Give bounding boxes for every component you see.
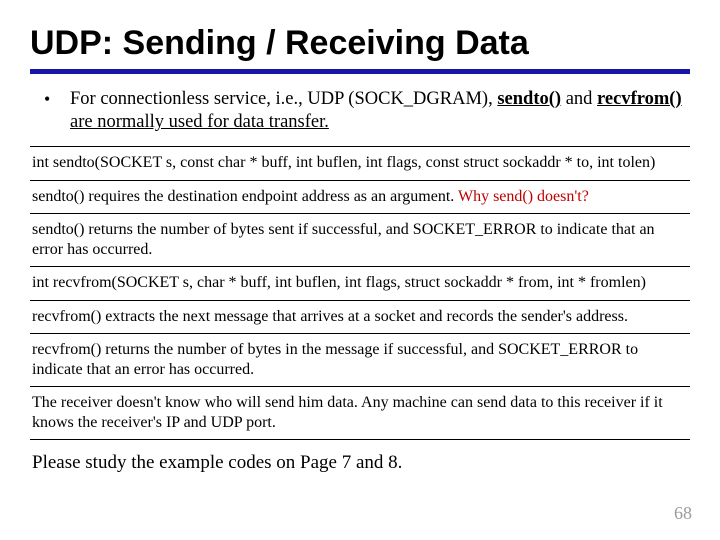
bullet-text-post: are normally used for data transfer. [70,112,329,132]
text-receiver-note: The receiver doesn't know who will send … [32,393,688,432]
bullet-text-pre: For connectionless service, i.e., UDP (S… [70,89,497,109]
text-recvfrom-extracts: recvfrom() extracts the next message tha… [32,307,688,327]
block-receiver-note: The receiver doesn't know who will send … [30,393,690,440]
text-sendto-requires: sendto() requires the destination endpoi… [32,187,688,207]
bullet-text-mid: and [561,89,597,109]
block-sendto-requires: sendto() requires the destination endpoi… [30,187,690,215]
page-number: 68 [674,503,692,524]
text-sendto-returns: sendto() returns the number of bytes sen… [32,220,688,259]
bullet-list: For connectionless service, i.e., UDP (S… [30,88,690,134]
closing-text: Please study the example codes on Page 7… [32,452,688,474]
bullet-item: For connectionless service, i.e., UDP (S… [58,88,686,134]
text-sendto-requires-a: sendto() requires the destination endpoi… [32,188,458,205]
text-recvfrom-returns: recvfrom() returns the number of bytes i… [32,340,688,379]
block-recvfrom-signature: int recvfrom(SOCKET s, char * buff, int … [30,273,690,301]
block-sendto-returns: sendto() returns the number of bytes sen… [30,220,690,267]
title-underline [30,69,690,74]
text-why-send-doesnt: Why send() doesn't? [458,188,589,205]
text-recvfrom-signature: int recvfrom(SOCKET s, char * buff, int … [32,273,688,293]
block-recvfrom-returns: recvfrom() returns the number of bytes i… [30,340,690,387]
bullet-fn-sendto: sendto() [497,89,561,109]
text-sendto-signature: int sendto(SOCKET s, const char * buff, … [32,153,688,173]
bullet-fn-recvfrom: recvfrom() [597,89,682,109]
block-sendto-signature: int sendto(SOCKET s, const char * buff, … [30,146,690,181]
block-recvfrom-extracts: recvfrom() extracts the next message tha… [30,307,690,335]
slide-title: UDP: Sending / Receiving Data [30,24,690,63]
slide: UDP: Sending / Receiving Data For connec… [0,0,720,540]
